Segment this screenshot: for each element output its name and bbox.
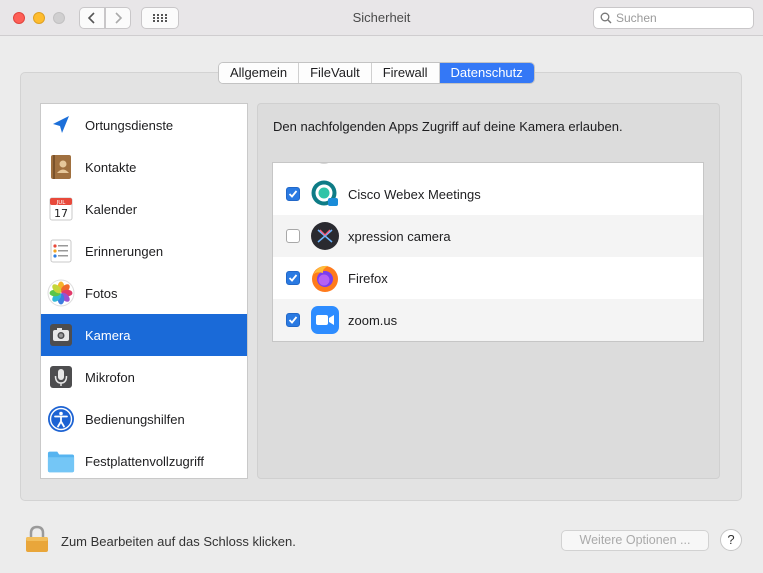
- webex-icon: [310, 179, 340, 209]
- location-arrow-icon: [47, 111, 75, 139]
- zoom-icon: [310, 305, 340, 335]
- app-name: zoom.us: [348, 312, 398, 328]
- microphone-icon: [47, 363, 75, 391]
- sidebar-item-label: Kamera: [85, 327, 131, 343]
- list-item: [273, 163, 703, 172]
- photos-icon: [47, 279, 75, 307]
- search-input[interactable]: [616, 11, 746, 25]
- calendar-icon: JUL 17: [47, 195, 75, 223]
- app-name: Firefox: [348, 270, 388, 286]
- reminders-icon: [47, 237, 75, 265]
- app-row-webex[interactable]: Cisco Webex Meetings: [273, 173, 703, 215]
- firefox-checkbox[interactable]: [286, 271, 300, 285]
- lock-icon: [26, 525, 48, 552]
- sidebar-item-ortungsdienste[interactable]: Ortungsdienste: [41, 104, 247, 146]
- webex-checkbox[interactable]: [286, 187, 300, 201]
- lock-hint-text: Zum Bearbeiten auf das Schloss klicken.: [61, 534, 296, 549]
- sidebar-item-kalender[interactable]: JUL 17 Kalender: [41, 188, 247, 230]
- search-icon: [600, 12, 612, 24]
- sidebar-item-kontakte[interactable]: Kontakte: [41, 146, 247, 188]
- accessibility-icon: [47, 405, 75, 433]
- app-name: Cisco Webex Meetings: [348, 186, 481, 202]
- sidebar-item-erinnerungen[interactable]: Erinnerungen: [41, 230, 247, 272]
- sidebar-item-label: Kontakte: [85, 159, 137, 175]
- tab-datenschutz[interactable]: Datenschutz: [439, 63, 534, 83]
- privacy-category-list: Ortungsdienste Kontakte JUL 17 Kalender: [40, 103, 248, 479]
- title-bar: Sicherheit: [0, 0, 763, 36]
- folder-icon: [47, 447, 75, 475]
- tab-filevault[interactable]: FileVault: [299, 63, 372, 83]
- lock-button[interactable]: [24, 525, 50, 553]
- checkmark-icon: [288, 274, 298, 282]
- calendar-month-text: JUL: [56, 200, 67, 206]
- sidebar-item-label: Ortungsdienste: [85, 117, 174, 133]
- sidebar-item-label: Mikrofon: [85, 369, 135, 385]
- sidebar-item-festplattenvollzugriff[interactable]: Festplattenvollzugriff: [41, 440, 247, 478]
- sidebar-item-label: Kalender: [85, 201, 138, 217]
- contacts-book-icon: [47, 153, 75, 181]
- zoom-checkbox[interactable]: [286, 313, 300, 327]
- app-row-zoom[interactable]: zoom.us: [273, 299, 703, 341]
- xpression-icon: [310, 221, 340, 251]
- sidebar-item-bedienungshilfen[interactable]: Bedienungshilfen: [41, 398, 247, 440]
- calendar-day-text: 17: [54, 207, 68, 220]
- app-icon-partial: [309, 163, 339, 166]
- sidebar-item-label: Erinnerungen: [85, 243, 164, 259]
- sidebar-item-kamera[interactable]: Kamera: [41, 314, 247, 356]
- app-name: xpression camera: [348, 228, 451, 244]
- sidebar-item-label: Bedienungshilfen: [85, 411, 185, 427]
- app-row-xpression[interactable]: xpression camera: [273, 215, 703, 257]
- sidebar-item-label: Festplattenvollzugriff: [85, 453, 204, 469]
- sidebar-item-mikrofon[interactable]: Mikrofon: [41, 356, 247, 398]
- more-options-button[interactable]: Weitere Optionen ...: [561, 530, 709, 551]
- checkmark-icon: [288, 316, 298, 324]
- search-field[interactable]: [593, 7, 754, 29]
- camera-access-description: Den nachfolgenden Apps Zugriff auf deine…: [273, 119, 623, 134]
- firefox-icon: [310, 263, 340, 293]
- camera-icon: [47, 321, 75, 349]
- tab-bar: Allgemein FileVault Firewall Datenschutz: [218, 62, 535, 84]
- sidebar-item-fotos[interactable]: Fotos: [41, 272, 247, 314]
- tab-allgemein[interactable]: Allgemein: [219, 63, 300, 83]
- sidebar-item-label: Fotos: [85, 285, 118, 301]
- checkmark-icon: [288, 190, 298, 198]
- app-row-firefox[interactable]: Firefox: [273, 257, 703, 299]
- help-button[interactable]: ?: [720, 529, 742, 551]
- tab-firewall[interactable]: Firewall: [371, 63, 440, 83]
- app-list[interactable]: Cisco Webex Meetings xpression camera Fi…: [272, 162, 704, 342]
- xpression-checkbox[interactable]: [286, 229, 300, 243]
